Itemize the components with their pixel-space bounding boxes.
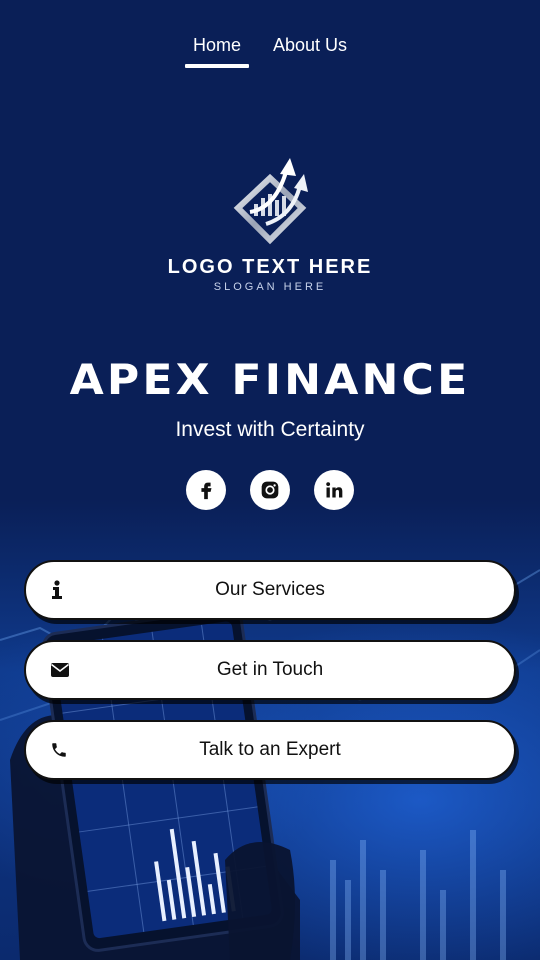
top-nav: Home About Us (0, 30, 540, 68)
logo-slogan: SLOGAN HERE (213, 281, 327, 293)
social-links (0, 470, 540, 510)
phone-icon (50, 741, 68, 759)
page-title: APEX FINANCE (69, 355, 471, 404)
info-icon (50, 580, 64, 600)
logo-text: LOGO TEXT HERE (167, 256, 373, 278)
instagram-icon (261, 481, 279, 499)
logo-mark-icon (233, 158, 308, 245)
envelope-icon (50, 662, 70, 678)
facebook-icon (201, 482, 212, 500)
talk-to-expert-button[interactable]: Talk to an Expert (24, 720, 516, 780)
linkedin-icon (326, 482, 343, 498)
our-services-button[interactable]: Our Services (24, 560, 516, 620)
facebook-link[interactable] (186, 470, 226, 510)
button-label: Talk to an Expert (199, 739, 341, 760)
tab-home[interactable]: Home (184, 30, 249, 68)
button-label: Our Services (215, 579, 325, 600)
logo: LOGO TEXT HERE SLOGAN HERE (0, 150, 540, 293)
brand: APEX FINANCE Invest with Certainty (0, 355, 540, 442)
tab-about-us[interactable]: About Us (265, 30, 355, 68)
tagline: Invest with Certainty (175, 418, 365, 441)
get-in-touch-button[interactable]: Get in Touch (24, 640, 516, 700)
action-buttons: Our Services Get in Touch Talk to an Exp… (24, 560, 516, 800)
instagram-link[interactable] (250, 470, 290, 510)
linkedin-link[interactable] (314, 470, 354, 510)
button-label: Get in Touch (216, 659, 324, 680)
